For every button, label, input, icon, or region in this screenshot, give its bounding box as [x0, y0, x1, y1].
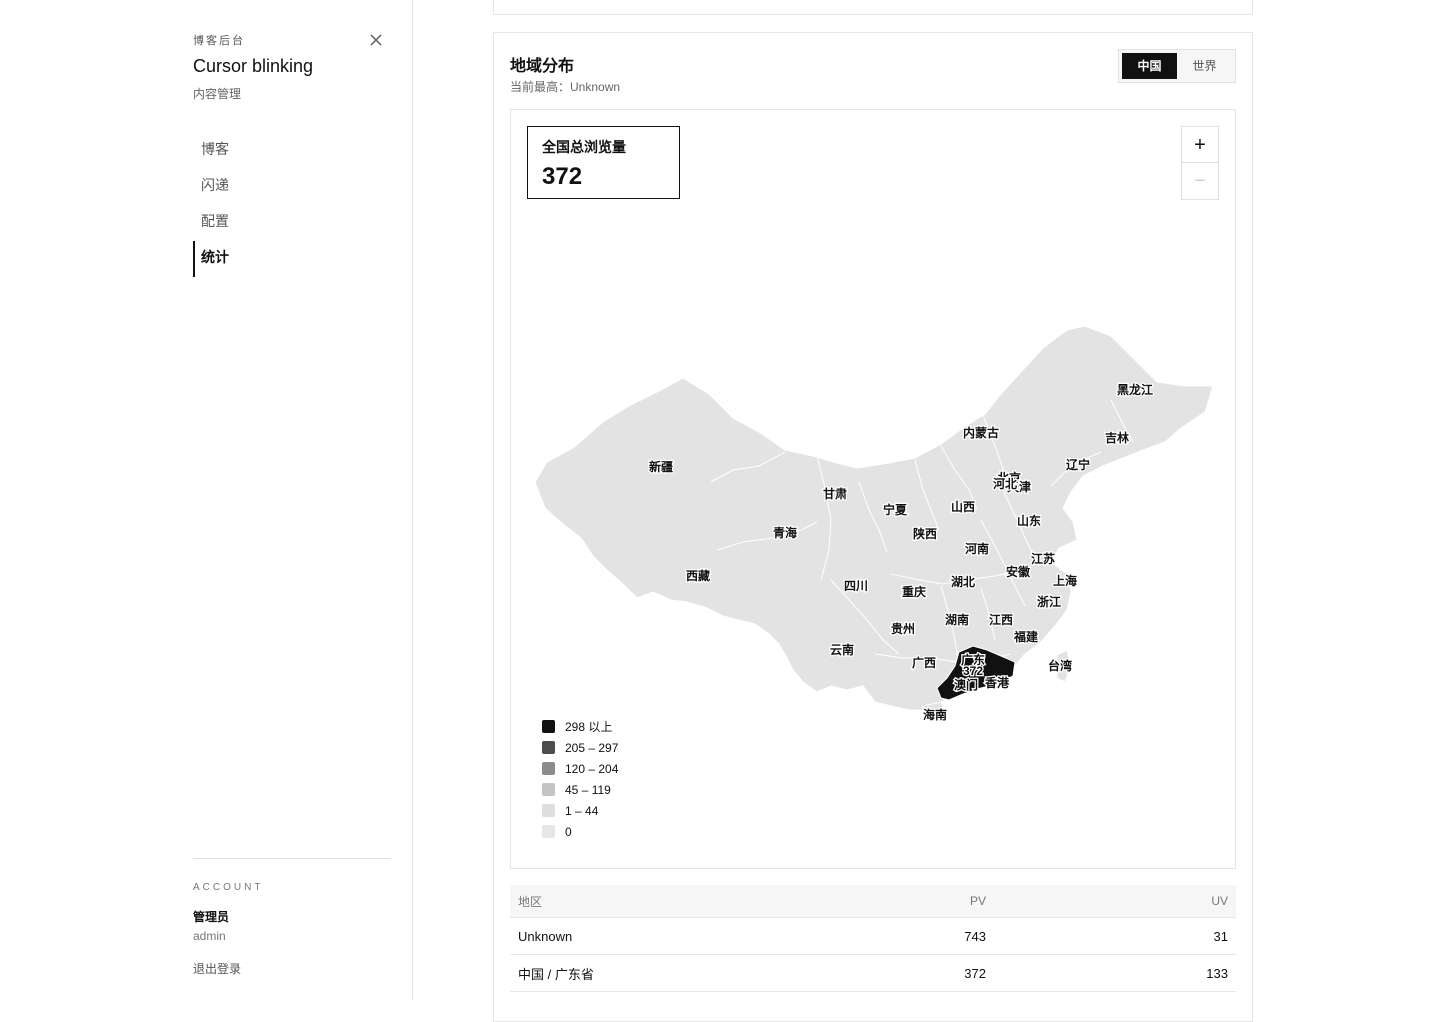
sidebar: 博客后台 Cursor blinking 内容管理 博客 闪递 配置 统计 AC… — [0, 0, 413, 1000]
zoom-in-button[interactable]: + — [1182, 127, 1218, 163]
map-label-shaanxi: 陕西 — [913, 526, 937, 541]
legend-swatch — [542, 720, 555, 733]
map-label-gansu: 甘肃 — [823, 486, 847, 501]
map-label-hubei: 湖北 — [951, 574, 975, 589]
legend-swatch — [542, 783, 555, 796]
map-label-guizhou: 贵州 — [891, 621, 915, 636]
cell-pv: 743 — [964, 928, 986, 944]
map-label-heilongjiang: 黑龙江 — [1117, 382, 1153, 397]
cell-uv: 133 — [1206, 965, 1228, 981]
national-total-label: 全国总浏览量 — [542, 139, 626, 155]
region-distribution-card: 地域分布 当前最高：Unknown 中国 世界 黑龙江 吉林 辽宁 内蒙古 北京… — [493, 32, 1253, 1022]
legend-label: 205 – 297 — [565, 740, 619, 755]
map-label-sichuan: 四川 — [844, 579, 868, 593]
map-land — [534, 325, 1214, 711]
top-region: 当前最高：Unknown — [510, 78, 620, 95]
map-label-zhejiang: 浙江 — [1037, 594, 1061, 609]
map-label-shandong: 山东 — [1017, 513, 1041, 528]
card-title: 地域分布 — [510, 58, 575, 75]
map-label-shanxi: 山西 — [951, 499, 975, 514]
account-username: admin — [193, 929, 226, 943]
logout-link[interactable]: 退出登录 — [193, 960, 241, 977]
map-label-hebei: 河北 — [992, 476, 1017, 491]
legend-label: 298 以上 — [565, 720, 613, 734]
map-scope-toggle: 中国 世界 — [1118, 49, 1236, 83]
sidebar-item-config[interactable]: 配置 — [193, 205, 393, 241]
legend-swatch — [542, 804, 555, 817]
zoom-controls: + − — [1181, 126, 1219, 200]
tab-china[interactable]: 中国 — [1122, 53, 1177, 79]
national-total-value: 372 — [542, 163, 583, 190]
map-label-anhui: 安徽 — [1006, 564, 1031, 579]
map-label-jilin: 吉林 — [1105, 430, 1129, 445]
map-label-hainan: 海南 — [923, 707, 947, 722]
map-label-shanghai: 上海 — [1053, 573, 1077, 588]
zoom-out-button[interactable]: − — [1182, 163, 1218, 199]
map-label-chongqing: 重庆 — [902, 584, 926, 599]
top-region-label: 当前最高： — [510, 80, 571, 94]
brand-subtitle: 内容管理 — [193, 87, 242, 101]
map-label-neimenggu: 内蒙古 — [963, 425, 999, 440]
account-name: 管理员 — [193, 910, 230, 924]
table-row[interactable]: 中国 / 广东省 372 133 — [510, 955, 1236, 992]
legend-item[interactable]: 120 – 204 — [542, 758, 618, 779]
cell-uv: 31 — [1213, 928, 1228, 944]
region-table: 地区 PV UV Unknown 743 31 中国 / 广东省 372 133 — [510, 885, 1236, 992]
legend-label: 0 — [565, 824, 572, 839]
map-container[interactable]: 黑龙江 吉林 辽宁 内蒙古 北京 天津 河北 山西 山东 新疆 甘肃 宁夏 陕西… — [510, 109, 1236, 869]
map-legend: 298 以上 205 – 297 120 – 204 45 – 119 1 – … — [542, 716, 618, 842]
tab-world[interactable]: 世界 — [1177, 53, 1232, 79]
table-header: 地区 PV UV — [510, 885, 1236, 918]
legend-item[interactable]: 45 – 119 — [542, 779, 618, 800]
legend-label: 45 – 119 — [565, 782, 611, 797]
map-label-xinjiang: 新疆 — [649, 459, 673, 474]
legend-label: 1 – 44 — [565, 803, 599, 818]
legend-item[interactable]: 1 – 44 — [542, 800, 618, 821]
legend-swatch — [542, 741, 555, 754]
map-label-taiwan: 台湾 — [1048, 658, 1072, 673]
map-label-qinghai: 青海 — [773, 525, 797, 540]
china-map[interactable]: 黑龙江 吉林 辽宁 内蒙古 北京 天津 河北 山西 山东 新疆 甘肃 宁夏 陕西… — [511, 110, 1236, 869]
legend-swatch — [542, 825, 555, 838]
table-row[interactable]: Unknown 743 31 — [510, 918, 1236, 955]
cell-pv: 372 — [964, 965, 986, 981]
map-label-macau: 澳门 — [954, 677, 978, 692]
previous-card — [493, 0, 1253, 15]
map-label-liaoning: 辽宁 — [1066, 457, 1090, 472]
top-region-value: Unknown — [570, 80, 621, 94]
account-label: ACCOUNT — [193, 882, 264, 893]
map-value-guangdong: 372 — [963, 664, 983, 678]
map-label-guangxi: 广西 — [912, 655, 936, 670]
sidebar-item-blog[interactable]: 博客 — [193, 133, 393, 169]
map-label-fujian: 福建 — [1013, 629, 1039, 644]
cell-region: 中国 / 广东省 — [518, 966, 594, 982]
close-icon[interactable] — [368, 32, 384, 48]
map-label-henan: 河南 — [964, 541, 989, 556]
column-header-region[interactable]: 地区 — [510, 893, 890, 910]
sidebar-item-flash[interactable]: 闪递 — [193, 169, 393, 205]
legend-label: 120 – 204 — [565, 761, 619, 776]
brand-kicker: 博客后台 — [193, 35, 245, 47]
legend-swatch — [542, 762, 555, 775]
map-label-jiangxi: 江西 — [989, 612, 1013, 627]
map-label-hunan: 湖南 — [945, 612, 969, 627]
account-divider — [193, 858, 391, 859]
legend-item[interactable]: 205 – 297 — [542, 737, 618, 758]
cell-region: Unknown — [518, 928, 573, 944]
national-total-box: 全国总浏览量 372 — [527, 126, 680, 199]
map-label-jiangsu: 江苏 — [1031, 551, 1055, 566]
map-label-hongkong: 香港 — [984, 675, 1010, 690]
map-label-xizang: 西藏 — [686, 568, 710, 583]
map-label-ningxia: 宁夏 — [883, 502, 908, 517]
column-header-uv[interactable]: UV — [986, 894, 1228, 908]
sidebar-nav: 博客 闪递 配置 统计 — [193, 133, 393, 277]
column-header-pv[interactable]: PV — [890, 894, 986, 908]
legend-item[interactable]: 0 — [542, 821, 618, 842]
brand-title: Cursor blinking — [193, 56, 314, 76]
map-label-yunnan: 云南 — [830, 642, 854, 657]
sidebar-item-stats[interactable]: 统计 — [193, 241, 393, 277]
legend-item[interactable]: 298 以上 — [542, 716, 618, 737]
